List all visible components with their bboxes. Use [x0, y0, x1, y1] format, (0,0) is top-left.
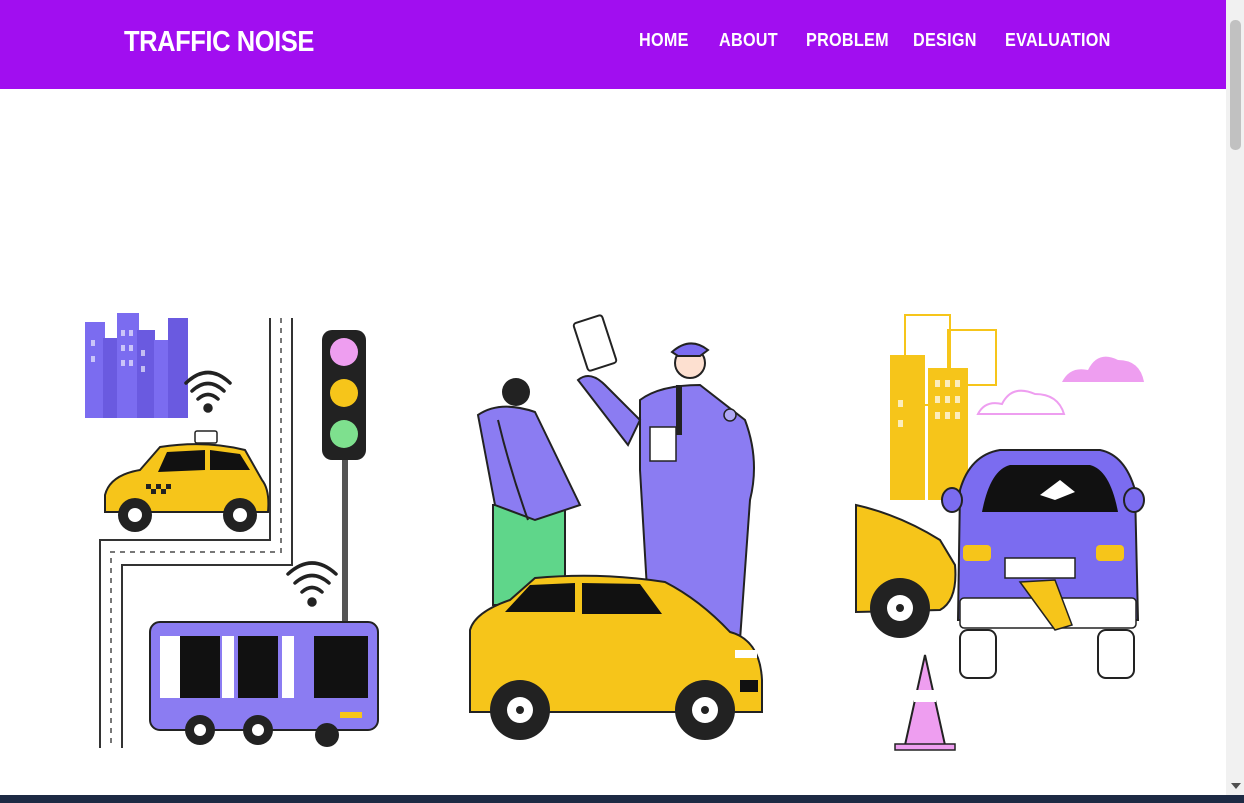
car-crash-illustration [855, 314, 1145, 751]
wifi-signal-icon-2 [286, 561, 338, 607]
vertical-scrollbar[interactable] [1226, 0, 1244, 795]
license-card-icon [572, 314, 618, 372]
cloud-icon-pink [1062, 356, 1144, 382]
nav-link-evaluation[interactable]: EVALUATION [1005, 30, 1111, 51]
scroll-down-arrow-icon[interactable] [1231, 783, 1241, 789]
cloud-icon-outline [976, 389, 1066, 415]
driver-person-icon [476, 378, 582, 606]
police-officer-illustration [469, 314, 763, 740]
traffic-cone-icon [894, 654, 956, 751]
nav-link-problem[interactable]: PROBLEM [806, 30, 889, 51]
taxi-car-icon [104, 430, 270, 532]
hero-section [0, 89, 1226, 795]
window-bottom-edge [0, 795, 1244, 803]
city-buildings-icon [85, 313, 188, 418]
nav-link-home[interactable]: HOME [639, 30, 689, 51]
crashed-yellow-car-icon [855, 503, 957, 638]
nav-link-about[interactable]: ABOUT [719, 30, 778, 51]
nav-link-design[interactable]: DESIGN [913, 30, 977, 51]
site-brand-logo[interactable]: TRAFFIC NOISE [124, 26, 314, 59]
bus-icon [149, 621, 379, 747]
top-navbar: TRAFFIC NOISE HOME ABOUT PROBLEM DESIGN … [0, 0, 1226, 89]
crashed-purple-car-icon [941, 449, 1145, 679]
traffic-light-icon [322, 330, 366, 630]
wifi-signal-icon [184, 370, 232, 413]
city-traffic-illustration [85, 313, 379, 748]
scrollbar-thumb[interactable] [1230, 20, 1241, 150]
hero-illustration [85, 313, 1145, 751]
